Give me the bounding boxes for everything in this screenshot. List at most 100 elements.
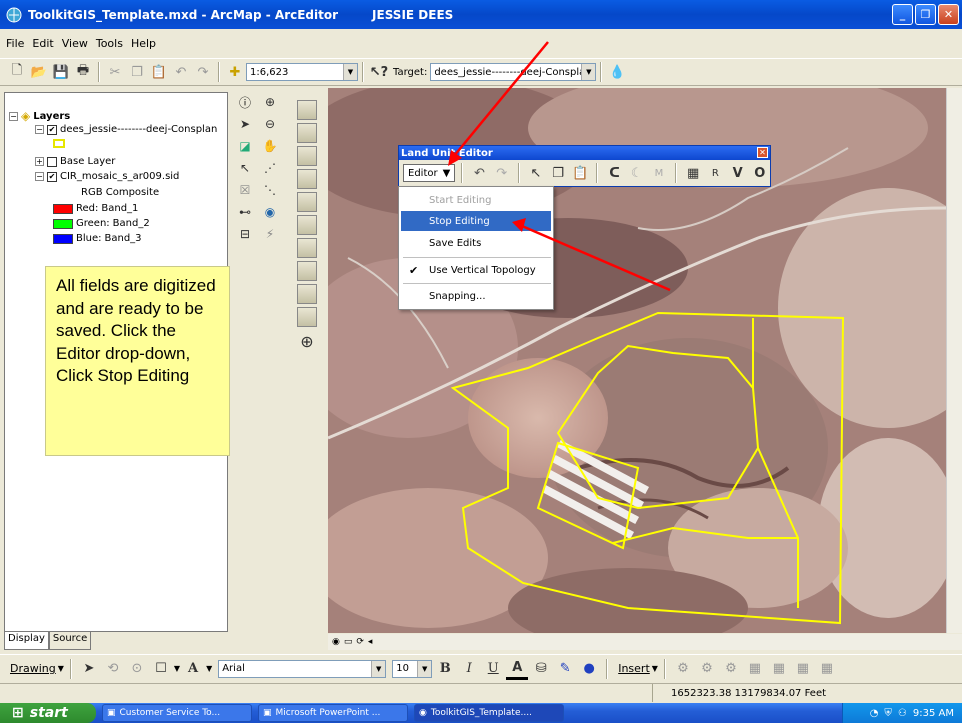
redo-icon[interactable]: ↷ [192,61,214,83]
menu-snapping[interactable]: Snapping... [401,286,551,306]
zoom-out-icon[interactable]: ⊖ [260,114,280,134]
editor-dropdown-button[interactable]: Editor ▼ [403,164,456,182]
chevron-down-icon[interactable]: ▼ [371,660,386,677]
georef-icon-3[interactable]: ⚙ [720,658,742,680]
chevron-down-icon[interactable]: ▼ [417,660,432,677]
fixed-zoom-in-icon[interactable]: ⋰ [260,158,280,178]
select-arrow-icon[interactable]: ➤ [235,114,255,134]
tool-layout-icon[interactable] [297,146,317,166]
tool-grid-icon[interactable] [297,215,317,235]
crosshair-icon[interactable]: ⊕ [296,330,318,352]
layer-checkbox[interactable] [47,156,57,167]
hyperlink-icon[interactable]: ⚡ [260,224,280,244]
tab-display[interactable]: Display [4,632,49,650]
toc-layer-1[interactable]: + Base Layer [35,156,115,167]
menu-help[interactable]: Help [131,37,156,50]
find-binoculars-icon[interactable]: ⊷ [235,202,255,222]
toc-layer-2[interactable]: − ✔ CIR_mosaic_s_ar009.sid [35,171,179,182]
maximize-button[interactable]: ❐ [915,4,936,25]
edit-vertex-icon[interactable]: ↖ [526,162,546,184]
tool-chart-icon[interactable] [297,238,317,258]
identify-icon[interactable]: ⓘ [235,92,255,112]
tool-frame-icon[interactable] [297,169,317,189]
select-features-icon[interactable]: ◪ [235,136,255,156]
map-vertical-scrollbar[interactable] [946,88,962,633]
menu-save-edits[interactable]: Save Edits [401,233,551,253]
menu-edit[interactable]: Edit [32,37,53,50]
fill-color-icon[interactable]: ⛁ [530,658,552,680]
grid-icon-4[interactable]: ▦ [816,658,838,680]
collapse-icon[interactable]: − [9,111,18,121]
tab-source[interactable]: Source [48,632,92,650]
grid-icon-3[interactable]: ▦ [792,658,814,680]
italic-icon[interactable]: I [458,658,480,680]
add-data-icon[interactable]: ✚ [224,61,246,83]
start-button[interactable]: ⊞ start [0,703,96,723]
layer-checkbox[interactable]: ✔ [47,171,57,182]
chevron-down-icon[interactable]: ▼ [206,664,212,673]
tool-map-icon[interactable] [297,192,317,212]
editor-toolbar-icon[interactable]: 💧 [606,61,628,83]
measure-icon[interactable]: ⊟ [235,224,255,244]
menu-tools[interactable]: Tools [96,37,123,50]
georef-icon-2[interactable]: ⚙ [696,658,718,680]
print-icon[interactable]: 🖶 [72,61,94,83]
whats-this-icon[interactable]: ↖? [368,61,390,83]
undo-icon[interactable]: ↶ [469,162,489,184]
menu-use-vertical-topology[interactable]: ✔ Use Vertical Topology [401,260,551,280]
tool-o[interactable]: O [750,162,770,184]
zoom-whole-page-icon[interactable]: ⊙ [126,658,148,680]
rectangle-icon[interactable]: ☐ [150,658,172,680]
tool-star-icon[interactable] [297,284,317,304]
select-elements-icon[interactable]: ➤ [78,658,100,680]
chevron-down-icon[interactable]: ▼ [58,664,64,673]
reshape-icon[interactable]: ᑕ [604,162,624,184]
grid-icon-1[interactable]: ▦ [744,658,766,680]
save-icon[interactable]: 💾 [50,61,72,83]
polygon-symbol[interactable] [53,139,65,148]
insert-menu[interactable]: Insert [618,662,650,675]
tray-icon-1[interactable]: ◔ [870,708,879,719]
edit-tool-icon[interactable]: ↖ [235,158,255,178]
editor-toolbar-title[interactable]: Land Unit Editor ✕ [399,146,770,160]
copy-icon[interactable]: ❐ [126,61,148,83]
chevron-down-icon[interactable]: ▼ [581,64,596,80]
taskbar-item-powerpoint[interactable]: ▣ Microsoft PowerPoint ... [258,704,408,722]
bold-icon[interactable]: B [434,658,456,680]
chevron-down-icon[interactable]: ▼ [343,64,357,80]
paste-feature-icon[interactable]: 📋 [570,162,590,184]
scroll-left-icon[interactable]: ◂ [368,637,373,647]
font-color-icon[interactable]: A [506,658,529,680]
tool-v[interactable]: V [728,162,748,184]
minimize-button[interactable]: _ [892,4,913,25]
collapse-icon[interactable]: − [35,125,44,134]
georef-icon-1[interactable]: ⚙ [672,658,694,680]
open-folder-icon[interactable]: 📂 [28,61,50,83]
attributes-icon[interactable]: ▦ [683,162,703,184]
underline-icon[interactable]: U [482,658,504,680]
redo-icon[interactable]: ↷ [492,162,512,184]
layout-view-icon[interactable]: ▭ [344,637,353,647]
moon-icon[interactable]: ☾ [627,162,647,184]
menu-stop-editing[interactable]: Stop Editing [401,211,551,231]
tool-r[interactable]: R [705,162,725,184]
menu-start-editing[interactable]: Start Editing [401,190,551,210]
map-scale-combo[interactable]: 1:6,623 ▼ [246,63,358,81]
menu-file[interactable]: File [6,37,24,50]
tool-pencil-icon[interactable] [297,307,317,327]
grid-icon-2[interactable]: ▦ [768,658,790,680]
toc-layer-0[interactable]: − ✔ dees_jessie--------deej-Consplan [35,124,217,135]
undo-icon[interactable]: ↶ [170,61,192,83]
font-size-combo[interactable]: 10 ▼ [392,659,433,678]
tray-shield-icon[interactable]: ⛨ [884,708,892,719]
tray-network-icon[interactable]: ⚇ [898,708,907,719]
taskbar-item-customer-service[interactable]: ▣ Customer Service To... [102,704,252,722]
tool-m[interactable]: M [649,162,669,184]
chevron-down-icon[interactable]: ▼ [652,664,658,673]
new-document-icon[interactable]: 🗋 [6,61,28,83]
collapse-icon[interactable]: − [35,172,44,181]
marker-color-icon[interactable]: ● [578,658,600,680]
layer-checkbox[interactable]: ✔ [47,124,57,135]
tool-image-icon[interactable] [297,123,317,143]
zoom-in-icon[interactable]: ⊕ [260,92,280,112]
